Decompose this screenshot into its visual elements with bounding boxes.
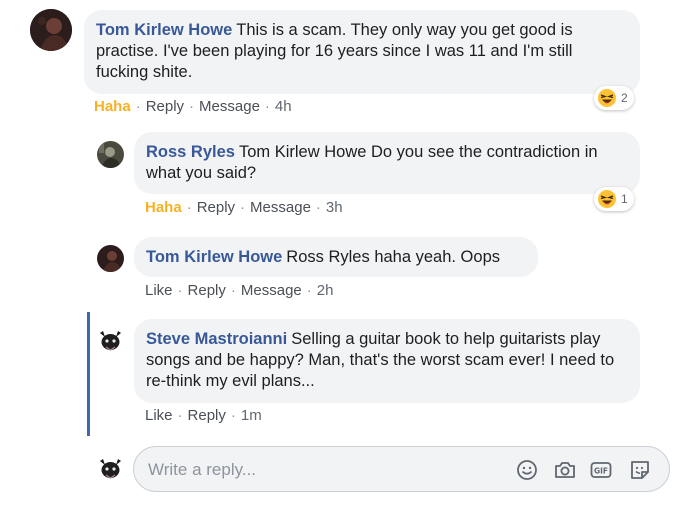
profile-photo-icon (97, 455, 124, 482)
message-link[interactable]: Message (199, 98, 260, 115)
comment-actions: Haha · Reply · Message · 3h (145, 199, 343, 216)
like-link[interactable]: Like (145, 407, 173, 424)
comment-author[interactable]: Tom Kirlew Howe (96, 21, 232, 39)
comment-time[interactable]: 1m (241, 407, 262, 424)
profile-photo-icon (30, 9, 72, 51)
reply-link[interactable]: Reply (188, 407, 226, 424)
comment-bubble: Steve Mastroianni Selling a guitar book t… (134, 319, 640, 403)
profile-photo-icon (97, 327, 124, 354)
reaction-count-badge[interactable]: 2 (594, 86, 634, 110)
avatar[interactable] (97, 327, 124, 354)
gif-icon[interactable]: GIF (589, 458, 613, 482)
comment-author[interactable]: Steve Mastroianni (146, 330, 287, 348)
comment-time[interactable]: 4h (275, 98, 292, 115)
haha-reaction-link[interactable]: Haha (94, 98, 131, 115)
avatar[interactable] (97, 455, 124, 482)
avatar[interactable] (30, 9, 72, 51)
message-link[interactable]: Message (250, 199, 311, 216)
sticker-icon[interactable] (628, 458, 652, 482)
comment-text: Ross Ryles haha yeah. Oops (286, 248, 500, 266)
reply-input[interactable] (148, 458, 498, 482)
reply-composer: GIF (133, 446, 670, 492)
laughing-emoji-icon (598, 89, 616, 107)
emoji-icon[interactable] (515, 458, 539, 482)
comment-bubble: Tom Kirlew Howe This is a scam. They only… (84, 10, 640, 94)
message-link[interactable]: Message (241, 282, 302, 299)
haha-reaction-link[interactable]: Haha (145, 199, 182, 216)
comment-actions: Haha · Reply · Message · 4h (94, 98, 292, 115)
profile-photo-icon (97, 141, 124, 168)
comment-author[interactable]: Tom Kirlew Howe (146, 248, 282, 266)
comment-time[interactable]: 3h (326, 199, 343, 216)
reaction-count-badge[interactable]: 1 (594, 187, 634, 211)
avatar[interactable] (97, 245, 124, 272)
svg-text:GIF: GIF (594, 467, 608, 476)
reply-link[interactable]: Reply (146, 98, 184, 115)
reply-link[interactable]: Reply (188, 282, 226, 299)
camera-icon[interactable] (553, 458, 577, 482)
reply-link[interactable]: Reply (197, 199, 235, 216)
comment-time[interactable]: 2h (317, 282, 334, 299)
reaction-count: 1 (621, 192, 628, 206)
thread-highlight-line (87, 312, 90, 436)
like-link[interactable]: Like (145, 282, 173, 299)
laughing-emoji-icon (598, 190, 616, 208)
comment-bubble: Ross Ryles Tom Kirlew Howe Do you see the… (134, 132, 640, 194)
reaction-count: 2 (621, 91, 628, 105)
avatar[interactable] (97, 141, 124, 168)
comment-bubble: Tom Kirlew Howe Ross Ryles haha yeah. Oop… (134, 237, 538, 277)
comment-actions: Like · Reply · 1m (145, 407, 262, 424)
comment-author[interactable]: Ross Ryles (146, 143, 235, 161)
comment-actions: Like · Reply · Message · 2h (145, 282, 334, 299)
profile-photo-icon (97, 245, 124, 272)
